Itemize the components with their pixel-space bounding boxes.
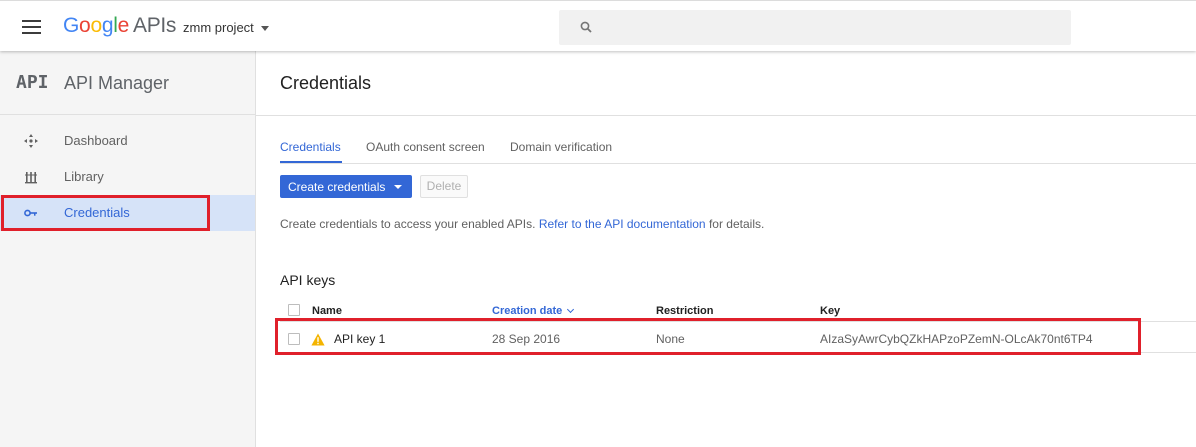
description-text: Create credentials to access your enable…: [280, 217, 536, 231]
page-title: Credentials: [280, 73, 372, 93]
delete-button[interactable]: Delete: [420, 175, 468, 198]
sidebar-item-label: Library: [64, 169, 104, 184]
search-input[interactable]: [559, 10, 1071, 45]
main-content: Credentials Credentials OAuth consent sc…: [256, 51, 1196, 447]
logo-letter: e: [117, 14, 130, 37]
hamburger-menu-icon[interactable]: [22, 20, 41, 34]
api-logo-icon: API: [16, 72, 49, 93]
description-text: for details.: [708, 217, 765, 231]
divider: [280, 163, 1196, 164]
divider: [256, 115, 1196, 116]
tab-domain-verification[interactable]: Domain verification: [510, 140, 612, 154]
logo-letter: g: [101, 14, 114, 37]
sidebar-title: API Manager: [64, 73, 170, 93]
column-header-label: Creation date: [492, 305, 563, 317]
sidebar-item-library[interactable]: Library: [0, 159, 255, 195]
logo-apis-text: APIs: [132, 14, 177, 37]
column-header-name[interactable]: Name: [312, 305, 342, 317]
chevron-down-icon: [394, 185, 402, 189]
dashboard-icon: [24, 134, 38, 148]
sidebar-item-dashboard[interactable]: Dashboard: [0, 123, 255, 159]
search-icon: [580, 21, 592, 33]
select-all-checkbox[interactable]: [288, 304, 300, 316]
sidebar-item-label: Dashboard: [64, 133, 128, 148]
api-documentation-link[interactable]: Refer to the API documentation: [539, 217, 706, 231]
project-selector[interactable]: zmm project: [183, 20, 269, 35]
highlight-box-credentials: [1, 195, 210, 231]
api-keys-title: API keys: [280, 272, 336, 288]
highlight-box-api-key-row: [275, 318, 1141, 355]
column-header-key[interactable]: Key: [820, 305, 840, 317]
logo-letter: G: [63, 14, 80, 37]
sidebar: API API Manager Dashboard Library Creden…: [0, 51, 256, 447]
logo-letter: o: [90, 14, 102, 37]
google-apis-logo[interactable]: Google APIs: [63, 14, 176, 38]
column-header-restriction[interactable]: Restriction: [656, 305, 713, 317]
project-name: zmm project: [183, 20, 254, 35]
top-bar: Google APIs zmm project: [0, 0, 1196, 51]
sort-arrow-icon: [567, 305, 575, 314]
column-header-creation-date[interactable]: Creation date: [492, 305, 575, 317]
tab-credentials[interactable]: Credentials: [280, 140, 341, 154]
sidebar-header: API API Manager: [0, 51, 255, 115]
create-credentials-button[interactable]: Create credentials: [280, 175, 412, 198]
logo-letter: o: [79, 14, 91, 37]
library-icon: [25, 172, 37, 184]
button-label: Create credentials: [288, 180, 386, 194]
chevron-down-icon: [260, 26, 269, 32]
credentials-description: Create credentials to access your enable…: [280, 217, 764, 231]
tab-oauth-consent-screen[interactable]: OAuth consent screen: [366, 140, 485, 154]
